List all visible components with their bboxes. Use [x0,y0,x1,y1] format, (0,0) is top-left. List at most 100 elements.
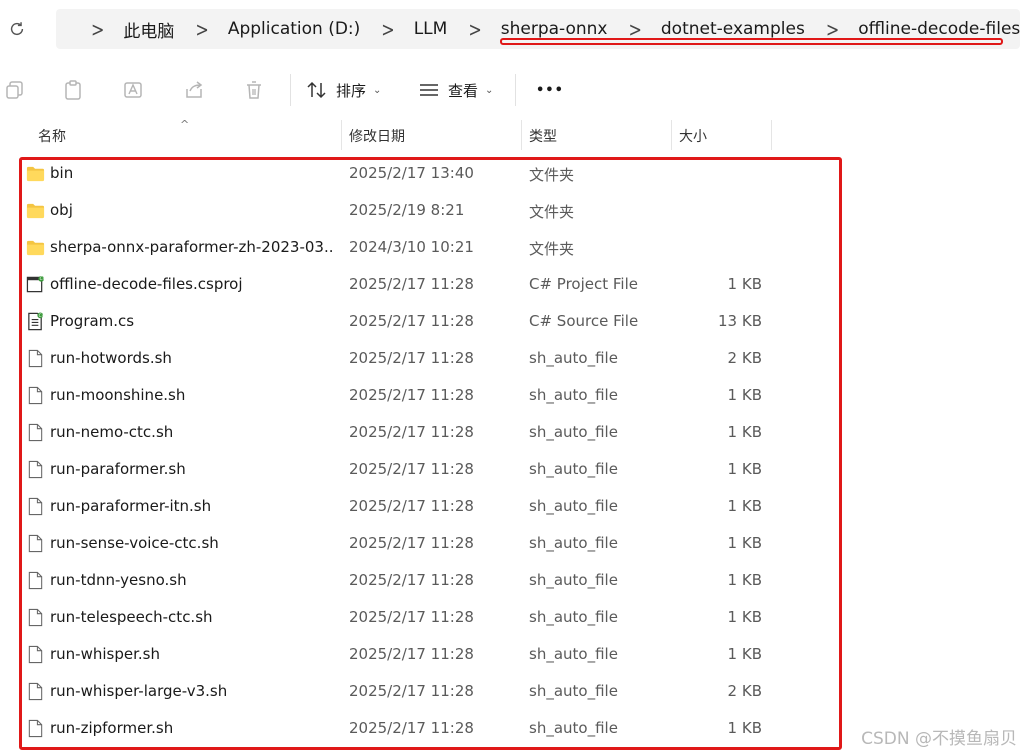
file-modified-date: 2025/2/17 11:28 [349,497,474,515]
file-row[interactable]: C# Program.cs 2025/2/17 11:28 C# Source Fil… [0,303,840,340]
file-type: sh_auto_file [529,682,618,700]
toolbar-divider [515,74,516,106]
file-row[interactable]: run-whisper-large-v3.sh 2025/2/17 11:28 sh… [0,673,840,710]
column-divider[interactable] [521,120,522,150]
svg-text:C#: C# [39,313,45,319]
file-type: sh_auto_file [529,386,618,404]
file-row[interactable]: run-tdnn-yesno.sh 2025/2/17 11:28 sh_auto_… [0,562,840,599]
file-modified-date: 2025/2/17 11:28 [349,275,474,293]
sort-button[interactable]: 排序 ⌄ [306,78,381,102]
file-row[interactable]: run-zipformer.sh 2025/2/17 11:28 sh_auto_f… [0,710,840,747]
column-divider[interactable] [341,120,342,150]
copy-icon[interactable] [4,79,26,101]
breadcrumb-sherpa-onnx[interactable]: sherpa-onnx [501,19,608,39]
file-name: offline-decode-files.csproj [50,275,243,293]
paste-icon[interactable] [62,79,84,101]
breadcrumb-drive[interactable]: Application (D:) [228,19,360,39]
file-row[interactable]: run-nemo-ctc.sh 2025/2/17 11:28 sh_auto_fi… [0,414,840,451]
file-row[interactable]: C# offline-decode-files.csproj 2025/2/17 1… [0,266,840,303]
column-divider[interactable] [771,120,772,150]
file-size: 2 KB [727,682,762,700]
file-size: 1 KB [727,719,762,737]
chevron-right-icon[interactable]: > [381,17,394,42]
file-modified-date: 2025/2/17 11:28 [349,719,474,737]
chevron-right-icon[interactable]: > [195,17,208,42]
file-icon [26,682,45,701]
breadcrumb-llm[interactable]: LLM [414,19,448,39]
file-row[interactable]: run-whisper.sh 2025/2/17 11:28 sh_auto_fil… [0,636,840,673]
file-type: 文件夹 [529,240,575,258]
file-icon [26,608,45,627]
file-name: run-moonshine.sh [50,386,186,404]
file-type: 文件夹 [529,203,575,221]
file-modified-date: 2025/2/17 11:28 [349,534,474,552]
file-icon [26,645,45,664]
file-type: 文件夹 [529,166,575,184]
refresh-icon[interactable] [8,20,26,38]
column-header-type[interactable]: 类型 [529,126,557,146]
column-divider[interactable] [671,120,672,150]
column-header-size[interactable]: 大小 [679,126,707,146]
folder-icon [26,164,45,183]
chevron-down-icon: ⌄ [373,84,382,96]
file-type: sh_auto_file [529,460,618,478]
file-row[interactable]: run-hotwords.sh 2025/2/17 11:28 sh_auto_fi… [0,340,840,377]
more-options-button[interactable]: ••• [536,78,564,102]
file-name: Program.cs [50,312,135,330]
file-type: sh_auto_file [529,534,618,552]
file-size: 1 KB [727,497,762,515]
toolbar-divider [290,74,291,106]
file-name: run-sense-voice-ctc.sh [50,534,219,552]
delete-icon[interactable] [243,79,265,101]
column-header-date[interactable]: 修改日期 [349,126,405,146]
svg-text:C#: C# [40,276,45,282]
file-row[interactable]: bin 2025/2/17 13:40 文件夹 [0,155,840,192]
breadcrumb-this-pc[interactable]: 此电脑 [123,17,174,42]
file-row[interactable]: run-moonshine.sh 2025/2/17 11:28 sh_auto_f… [0,377,840,414]
file-icon [26,719,45,738]
file-icon [26,423,45,442]
file-name: run-hotwords.sh [50,349,172,367]
file-icon [26,497,45,516]
file-icon [26,349,45,368]
file-icon [26,571,45,590]
file-size: 1 KB [727,423,762,441]
file-modified-date: 2024/3/10 10:21 [349,238,474,256]
file-row[interactable]: run-telespeech-ctc.sh 2025/2/17 11:28 sh_a… [0,599,840,636]
view-button[interactable]: 查看 ⌄ [418,78,493,102]
file-type: sh_auto_file [529,719,618,737]
watermark: CSDN @不摸鱼扇贝 [861,729,1017,749]
file-modified-date: 2025/2/19 8:21 [349,201,465,219]
file-row[interactable]: run-paraformer-itn.sh 2025/2/17 11:28 sh_a… [0,488,840,525]
file-modified-date: 2025/2/17 11:28 [349,423,474,441]
file-size: 1 KB [727,608,762,626]
file-name: run-paraformer-itn.sh [50,497,212,515]
breadcrumb-offline-decode-files[interactable]: offline-decode-files [858,19,1020,39]
file-modified-date: 2025/2/17 11:28 [349,349,474,367]
cs-file-icon: C# [26,312,46,331]
file-size: 1 KB [727,386,762,404]
breadcrumb-dotnet-examples[interactable]: dotnet-examples [661,19,805,39]
file-type: sh_auto_file [529,608,618,626]
chevron-right-icon[interactable]: > [468,17,481,42]
file-row[interactable]: run-sense-voice-ctc.sh 2025/2/17 11:28 sh_… [0,525,840,562]
column-header-name[interactable]: 名称 [38,126,66,146]
file-row[interactable]: obj 2025/2/19 8:21 文件夹 [0,192,840,229]
file-type: sh_auto_file [529,423,618,441]
file-name: run-tdnn-yesno.sh [50,571,187,589]
share-icon[interactable] [183,79,205,101]
file-name: run-nemo-ctc.sh [50,423,174,441]
file-row[interactable]: run-paraformer.sh 2025/2/17 11:28 sh_auto_… [0,451,840,488]
file-size: 1 KB [727,534,762,552]
chevron-right-icon[interactable]: > [91,17,104,42]
rename-icon[interactable] [122,79,144,101]
file-name: run-zipformer.sh [50,719,174,737]
file-modified-date: 2025/2/17 11:28 [349,312,474,330]
file-modified-date: 2025/2/17 11:28 [349,645,474,663]
file-modified-date: 2025/2/17 11:28 [349,386,474,404]
file-row[interactable]: sherpa-onnx-paraformer-zh-2023-03... 2024… [0,229,840,266]
column-header-row: ^ 名称 修改日期 类型 大小 [0,118,1025,150]
file-modified-date: 2025/2/17 13:40 [349,164,474,182]
breadcrumb-highlight [500,38,1003,45]
file-modified-date: 2025/2/17 11:28 [349,460,474,478]
